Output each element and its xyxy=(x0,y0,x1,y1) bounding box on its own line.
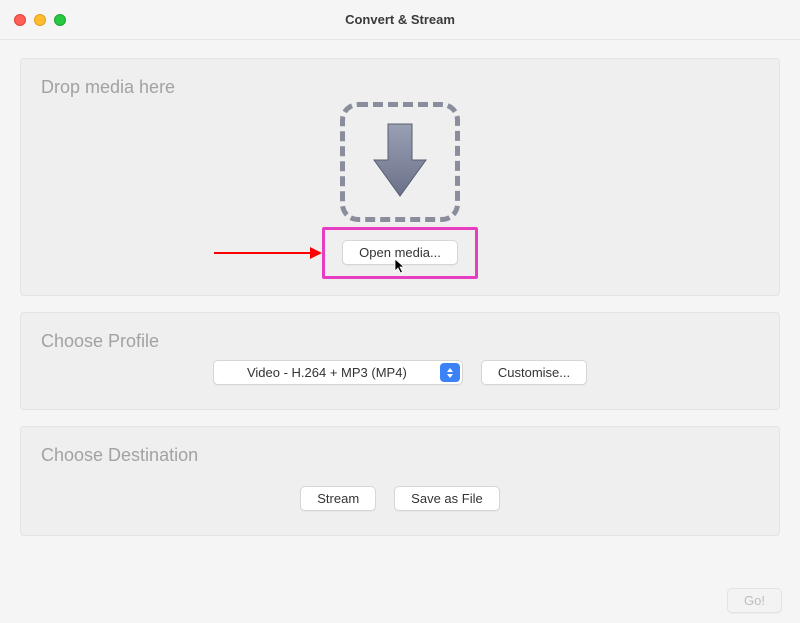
choose-profile-panel: Choose Profile Video - H.264 + MP3 (MP4)… xyxy=(20,312,780,410)
drop-zone[interactable]: Open media... xyxy=(41,106,759,265)
choose-destination-panel: Choose Destination Stream Save as File xyxy=(20,426,780,536)
customise-button[interactable]: Customise... xyxy=(481,360,587,385)
window-title: Convert & Stream xyxy=(0,12,800,27)
annotation-arrow-icon xyxy=(214,245,322,261)
content-area: Drop media here xyxy=(0,40,800,582)
drop-media-panel: Drop media here xyxy=(20,58,780,296)
profile-row: Video - H.264 + MP3 (MP4) Customise... xyxy=(41,360,759,385)
save-as-file-button[interactable]: Save as File xyxy=(394,486,500,511)
footer: Go! xyxy=(0,582,800,623)
drop-target[interactable] xyxy=(340,102,460,222)
choose-destination-title: Choose Destination xyxy=(41,445,759,466)
choose-profile-title: Choose Profile xyxy=(41,331,759,352)
open-media-button[interactable]: Open media... xyxy=(342,240,458,265)
maximize-window-button[interactable] xyxy=(54,14,66,26)
go-button[interactable]: Go! xyxy=(727,588,782,613)
destination-row: Stream Save as File xyxy=(41,486,759,511)
convert-stream-window: Convert & Stream Drop media here xyxy=(0,0,800,623)
titlebar: Convert & Stream xyxy=(0,0,800,40)
profile-select[interactable]: Video - H.264 + MP3 (MP4) xyxy=(213,360,463,385)
drop-media-title: Drop media here xyxy=(41,77,759,98)
stream-button[interactable]: Stream xyxy=(300,486,376,511)
traffic-lights xyxy=(14,14,66,26)
profile-select-wrapper: Video - H.264 + MP3 (MP4) xyxy=(213,360,463,385)
close-window-button[interactable] xyxy=(14,14,26,26)
minimize-window-button[interactable] xyxy=(34,14,46,26)
download-arrow-icon xyxy=(370,122,430,202)
open-media-row: Open media... xyxy=(342,240,458,265)
